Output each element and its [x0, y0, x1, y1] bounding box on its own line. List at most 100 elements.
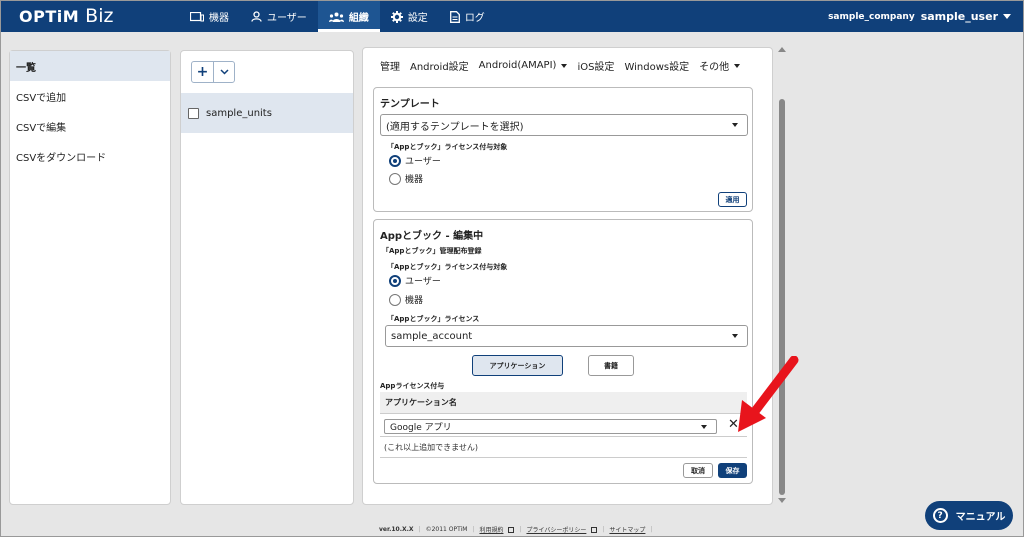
sidebar-item-csv-add[interactable]: CSVで追加 — [10, 81, 170, 111]
radio-device-label: 機器 — [405, 296, 424, 306]
nav-logs[interactable]: ログ — [439, 1, 496, 32]
apps-books-card-title: Appとブック - 編集中 — [380, 231, 484, 242]
footer-separator: | — [519, 526, 522, 533]
scroll-up-icon[interactable] — [778, 47, 786, 52]
nav-organization[interactable]: 組織 — [317, 1, 380, 32]
organization-icon — [328, 12, 344, 22]
books-toggle-button[interactable]: 書籍 — [588, 355, 634, 376]
logo-biz-text: Biz — [85, 5, 114, 27]
settings-tabs: 管理 Android設定 Android(AMAPI) iOS設定 Window… — [380, 58, 750, 73]
logo-optim-text: OPTiM — [19, 7, 80, 26]
managed-distribution-label: 「Appとブック」管理配布登録 — [382, 247, 482, 255]
chevron-down-icon — [732, 334, 738, 338]
user-icon — [251, 11, 262, 22]
scrollbar[interactable] — [777, 47, 787, 505]
radio-button-selected — [389, 274, 401, 287]
optim-biz-logo[interactable]: OPTiM Biz — [19, 4, 113, 29]
unit-list-panel: + sample_units — [180, 50, 354, 505]
sidebar-item-csv-download[interactable]: CSVをダウンロード — [10, 141, 170, 171]
template-card: テンプレート (適用するテンプレートを選択) 「Appとブック」ライセンス付与対… — [373, 87, 753, 212]
apps-books-card: Appとブック - 編集中 「Appとブック」管理配布登録 「Appとブック」ラ… — [373, 219, 753, 484]
top-navigation-bar: OPTiM Biz 機器 ユーザー 組織 設定 ログ sample_compan… — [1, 1, 1023, 32]
footer-copyright: ©2011 OPTiM — [425, 526, 468, 533]
account-menu[interactable]: sample_company sample_user — [828, 1, 1011, 32]
chevron-down-icon — [1003, 14, 1011, 19]
scroll-down-icon[interactable] — [778, 498, 786, 503]
sidebar-item-csv-edit[interactable]: CSVで編集 — [10, 111, 170, 141]
license-label: 「Appとブック」ライセンス — [387, 315, 480, 323]
footer-separator: | — [418, 526, 421, 533]
add-unit-dropdown-button[interactable] — [213, 62, 234, 82]
application-toggle-button[interactable]: アプリケーション — [472, 355, 563, 376]
divider — [380, 436, 747, 458]
nav-logs-label: ログ — [464, 13, 485, 24]
tab-android-amapi[interactable]: Android(AMAPI) — [479, 58, 568, 73]
log-icon — [449, 10, 460, 23]
annotation-arrow-icon — [738, 356, 799, 432]
cancel-button[interactable]: 取消 — [683, 463, 713, 478]
save-button[interactable]: 保存 — [718, 463, 747, 478]
footer-version: ver.10.X.X — [379, 526, 414, 533]
radio-user[interactable]: ユーザー — [389, 274, 441, 287]
nav-devices-label: 機器 — [209, 13, 229, 24]
template-radio-user[interactable]: ユーザー — [389, 154, 441, 167]
add-unit-button-group: + — [191, 61, 235, 83]
footer-privacy-link[interactable]: プライバシーポリシー — [526, 525, 586, 534]
tab-other[interactable]: その他 — [699, 58, 741, 73]
manual-button[interactable]: ? マニュアル — [925, 501, 1013, 530]
tab-management[interactable]: 管理 — [380, 58, 400, 73]
nav-users-label: ユーザー — [267, 13, 307, 24]
application-select-value: Google アプリ — [390, 423, 452, 433]
footer-separator: | — [602, 526, 605, 533]
unit-detail-panel: 管理 Android設定 Android(AMAPI) iOS設定 Window… — [362, 47, 773, 505]
chevron-down-icon — [701, 425, 707, 429]
radio-user-label: ユーザー — [405, 277, 441, 287]
radio-button-selected — [389, 154, 401, 167]
sidebar-item-list[interactable]: 一覧 — [10, 51, 170, 81]
unit-name: sample_units — [206, 107, 272, 119]
nav-users[interactable]: ユーザー — [240, 1, 318, 32]
help-icon: ? — [932, 508, 948, 523]
tab-windows-settings[interactable]: Windows設定 — [624, 58, 689, 73]
template-select[interactable]: (適用するテンプレートを選択) — [380, 114, 748, 136]
table-row: Google アプリ ✕ — [380, 415, 747, 437]
radio-button — [389, 293, 401, 306]
footer-separator: | — [650, 526, 653, 533]
radio-button — [389, 172, 401, 185]
template-card-title: テンプレート — [380, 99, 440, 110]
manual-button-label: マニュアル — [955, 512, 1006, 523]
template-radio-device-label: 機器 — [405, 175, 424, 185]
template-radio-user-label: ユーザー — [405, 157, 441, 167]
chevron-down-icon — [219, 69, 229, 75]
footer-terms-link[interactable]: 利用規約 — [479, 525, 503, 534]
tab-android-settings[interactable]: Android設定 — [410, 58, 469, 73]
nav-settings[interactable]: 設定 — [380, 1, 439, 32]
license-target-label: 「Appとブック」ライセンス付与対象 — [387, 263, 508, 271]
user-name: sample_user — [920, 10, 998, 23]
nav-organization-label: 組織 — [348, 13, 369, 24]
device-icon — [190, 11, 204, 21]
list-item[interactable]: sample_units — [181, 93, 353, 133]
unit-checkbox[interactable] — [188, 107, 199, 119]
gear-icon — [390, 10, 403, 23]
template-radio-device[interactable]: 機器 — [389, 172, 423, 185]
radio-device[interactable]: 機器 — [389, 293, 423, 306]
template-select-value: (適用するテンプレートを選択) — [386, 121, 524, 133]
company-name: sample_company — [828, 11, 915, 22]
footer: ver.10.X.X | ©2011 OPTiM | 利用規約 | プライバシー… — [379, 525, 657, 534]
chevron-down-icon — [734, 63, 741, 68]
apply-button[interactable]: 適用 — [718, 192, 747, 207]
application-select[interactable]: Google アプリ — [384, 419, 717, 434]
add-unit-button[interactable]: + — [192, 62, 213, 82]
scroll-thumb[interactable] — [779, 99, 785, 495]
footer-separator: | — [472, 526, 475, 533]
main-nav: 機器 ユーザー 組織 設定 ログ — [179, 1, 496, 32]
license-select-value: sample_account — [391, 330, 473, 342]
template-license-target-label: 「Appとブック」ライセンス付与対象 — [387, 143, 508, 151]
license-select[interactable]: sample_account — [385, 325, 748, 347]
sidebar: 一覧 CSVで追加 CSVで編集 CSVをダウンロード — [9, 50, 171, 505]
tab-android-amapi-label: Android(AMAPI) — [478, 60, 557, 71]
footer-sitemap-link[interactable]: サイトマップ — [609, 525, 645, 534]
tab-ios-settings[interactable]: iOS設定 — [577, 58, 614, 73]
nav-devices[interactable]: 機器 — [179, 1, 240, 32]
